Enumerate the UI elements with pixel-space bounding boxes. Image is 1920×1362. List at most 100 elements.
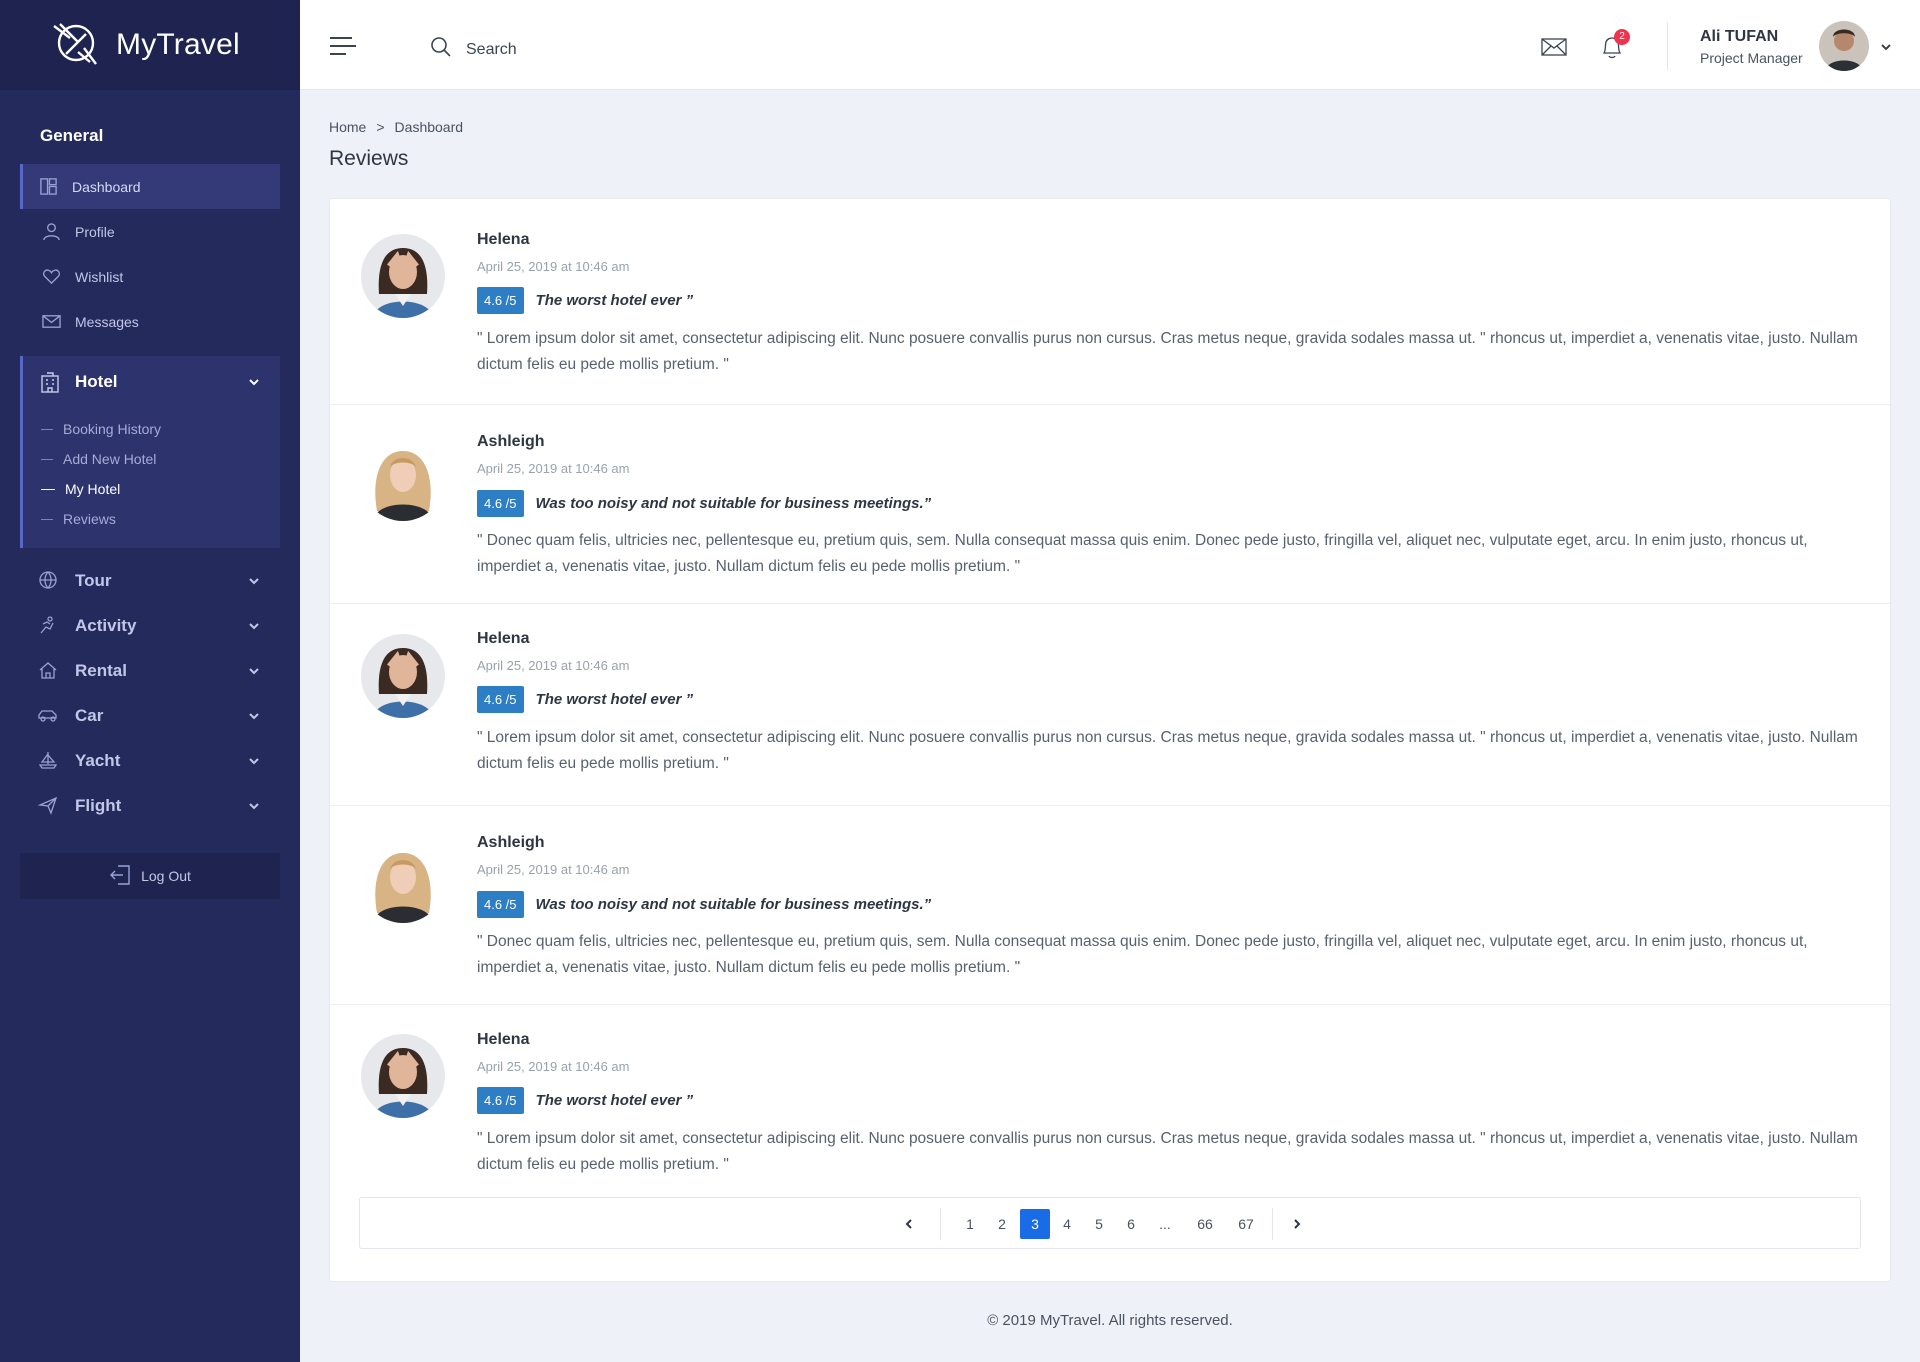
sidebar-item-flight[interactable]: Flight [20, 783, 280, 828]
brand-name: MyTravel [116, 28, 240, 61]
avatar[interactable] [1819, 21, 1869, 71]
score-badge: 4.6 /5 [477, 1087, 524, 1114]
logout-button[interactable]: Log Out [20, 853, 280, 899]
next-page-icon[interactable] [1282, 1209, 1312, 1239]
score-badge: 4.6 /5 [477, 686, 524, 713]
sidebar-group-hotel: Hotel Booking History Add New Hotel My H… [20, 356, 280, 548]
chevron-down-icon [248, 620, 260, 632]
review-title: Was too noisy and not suitable for busin… [535, 896, 932, 913]
dashboard-icon [38, 177, 58, 197]
home-icon [38, 660, 60, 682]
sidebar-subitem-booking-history[interactable]: Booking History [23, 414, 280, 444]
menu-item-label: Yacht [75, 750, 121, 770]
review-heading: 4.6 /5 Was too noisy and not suitable fo… [477, 891, 931, 918]
globe-icon [38, 570, 60, 592]
menu-item-label: Activity [75, 615, 137, 635]
sub-item-label: Add New Hotel [63, 451, 157, 467]
sidebar-item-label: Dashboard [72, 178, 141, 195]
menu-item-label: Car [75, 705, 104, 725]
sidebar-subitem-add-new-hotel[interactable]: Add New Hotel [23, 444, 280, 474]
sidebar-item-dashboard[interactable]: Dashboard [20, 164, 280, 209]
sidebar-item-rental[interactable]: Rental [20, 648, 280, 693]
car-icon [38, 705, 60, 727]
page-link[interactable]: 67 [1231, 1209, 1261, 1239]
sub-item-label: Reviews [63, 511, 116, 527]
page-link[interactable]: 4 [1052, 1209, 1082, 1239]
sidebar-group-label: Hotel [75, 372, 118, 391]
menu-toggle-icon[interactable] [330, 37, 356, 57]
review-heading: 4.6 /5 The worst hotel ever ” [477, 287, 693, 314]
pagination: 1 2 3 4 5 6 ... 66 67 [359, 1197, 1861, 1249]
reviewer-name: Ashleigh [477, 433, 545, 450]
review-item: Helena April 25, 2019 at 10:46 am 4.6 /5… [330, 1005, 1890, 1185]
search-bar[interactable] [430, 36, 726, 63]
pager-divider [1272, 1208, 1273, 1240]
header-divider [1667, 22, 1668, 70]
reviewer-name: Helena [477, 630, 530, 647]
review-date: April 25, 2019 at 10:46 am [477, 862, 630, 877]
review-title: The worst hotel ever ” [535, 1092, 694, 1109]
page-link[interactable]: 1 [955, 1209, 985, 1239]
review-item: Helena April 25, 2019 at 10:46 am 4.6 /5… [330, 199, 1890, 405]
sub-item-label: My Hotel [65, 481, 121, 497]
sidebar-item-activity[interactable]: Activity [20, 603, 280, 648]
review-date: April 25, 2019 at 10:46 am [477, 259, 630, 274]
search-input[interactable] [466, 40, 726, 59]
review-text: " Lorem ipsum dolor sit amet, consectetu… [477, 1130, 1858, 1173]
brand[interactable]: MyTravel [0, 0, 300, 90]
chevron-down-icon [248, 710, 260, 722]
sub-item-label: Booking History [63, 421, 162, 437]
breadcrumb-home[interactable]: Home [329, 119, 366, 135]
user-role: Project Manager [1700, 50, 1803, 66]
prev-page-icon[interactable] [894, 1209, 924, 1239]
sidebar: MyTravel General Dashboard Profile Wishl… [0, 0, 300, 1362]
sidebar-group-hotel-toggle[interactable]: Hotel [23, 356, 280, 408]
notification-badge: 2 [1614, 29, 1630, 45]
avatar [361, 839, 445, 923]
review-date: April 25, 2019 at 10:46 am [477, 658, 630, 673]
logo-icon [48, 16, 102, 75]
page-link[interactable]: 6 [1116, 1209, 1146, 1239]
score-badge: 4.6 /5 [477, 490, 524, 517]
chevron-down-icon [248, 575, 260, 587]
score-badge: 4.6 /5 [477, 891, 524, 918]
chevron-down-icon [248, 800, 260, 812]
review-text: " Lorem ipsum dolor sit amet, consectetu… [477, 330, 1858, 373]
review-heading: 4.6 /5 Was too noisy and not suitable fo… [477, 490, 931, 517]
breadcrumb-separator: > [376, 119, 385, 135]
sidebar-subitem-my-hotel[interactable]: My Hotel [23, 474, 280, 504]
pager-divider [940, 1208, 941, 1240]
breadcrumb-current[interactable]: Dashboard [395, 119, 464, 135]
top-header: 2 Ali TUFAN Project Manager [300, 0, 1920, 90]
sidebar-item-yacht[interactable]: Yacht [20, 738, 280, 783]
mail-icon [41, 312, 61, 332]
page-link[interactable]: 2 [987, 1209, 1017, 1239]
sidebar-item-car[interactable]: Car [20, 693, 280, 738]
review-text: " Donec quam felis, ultricies nec, pelle… [477, 933, 1808, 976]
avatar [361, 437, 445, 521]
review-date: April 25, 2019 at 10:46 am [477, 461, 630, 476]
dash-icon [41, 428, 53, 430]
yacht-icon [38, 750, 60, 772]
sidebar-item-messages[interactable]: Messages [20, 299, 280, 344]
sidebar-subitem-reviews[interactable]: Reviews [23, 504, 280, 534]
logout-icon [109, 864, 141, 889]
reviewer-name: Ashleigh [477, 834, 545, 851]
page-link-current[interactable]: 3 [1020, 1209, 1050, 1239]
mail-icon[interactable] [1541, 37, 1567, 57]
sidebar-item-label: Messages [75, 313, 139, 330]
hotel-icon [39, 371, 61, 393]
chevron-down-icon[interactable] [1880, 40, 1892, 52]
page-link[interactable]: 5 [1084, 1209, 1114, 1239]
sidebar-item-tour[interactable]: Tour [20, 558, 280, 603]
review-heading: 4.6 /5 The worst hotel ever ” [477, 686, 693, 713]
sidebar-item-profile[interactable]: Profile [20, 209, 280, 254]
chevron-down-icon [248, 376, 260, 388]
sidebar-menu: Tour Activity Rental Car Yacht Flight [0, 558, 300, 828]
user-name[interactable]: Ali TUFAN [1700, 28, 1778, 46]
page-link[interactable]: 66 [1190, 1209, 1220, 1239]
sidebar-item-wishlist[interactable]: Wishlist [20, 254, 280, 299]
review-heading: 4.6 /5 The worst hotel ever ” [477, 1087, 693, 1114]
page-ellipsis: ... [1159, 1216, 1171, 1232]
footer: © 2019 MyTravel. All rights reserved. [987, 1312, 1233, 1329]
